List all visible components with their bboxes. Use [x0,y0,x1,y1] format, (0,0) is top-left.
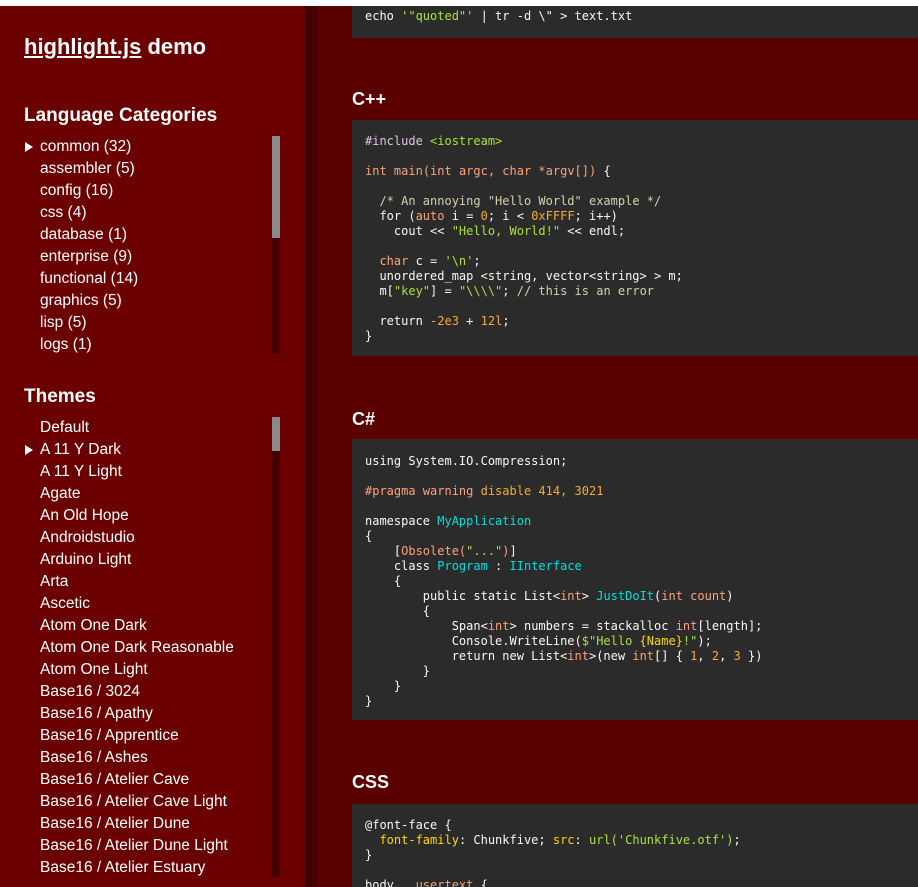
category-item-label: logs (1) [40,336,92,353]
theme-item[interactable]: Base16 / Atelier Cave Light [24,791,270,813]
category-item-label: css (4) [40,204,87,221]
theme-item[interactable]: Atom One Light [24,659,270,681]
category-item[interactable]: css (4) [24,202,270,224]
theme-item-label: Base16 / 3024 [40,683,140,700]
theme-item[interactable]: A 11 Y Light [24,461,270,483]
category-scrollbar[interactable] [272,136,280,354]
theme-item-label: Base16 / Apprentice [40,727,179,744]
code-block-csharp: using System.IO.Compression; #pragma war… [352,439,918,720]
theme-item[interactable]: Base16 / Ashes [24,747,270,769]
sidebar-shadow [305,6,321,887]
themes-heading: Themes [24,386,96,407]
selected-caret-icon [25,445,33,455]
theme-scrollbar[interactable] [272,417,280,877]
theme-item[interactable]: Base16 / Atelier Estuary [24,857,270,879]
theme-item[interactable]: Atom One Dark [24,615,270,637]
theme-item-label: Arduino Light [40,551,132,568]
category-item-label: enterprise (9) [40,248,133,265]
category-item-label: lisp (5) [40,314,87,331]
theme-item[interactable]: A 11 Y Dark [24,439,270,461]
selected-caret-icon [25,142,33,152]
theme-item[interactable]: Atom One Dark Reasonable [24,637,270,659]
section-heading-css: CSS [352,772,390,792]
category-list: common (32) assembler (5) config (16) css (… [24,136,270,356]
brand-title: highlight.js demo [24,34,206,60]
code-block-cpp: #include <iostream> int main(int argc, c… [352,120,918,356]
category-scrollbar-thumb[interactable] [272,136,280,238]
theme-item-label: Base16 / Atelier Dune [40,815,190,832]
theme-item[interactable]: Base16 / Atelier Dune Light [24,835,270,857]
sidebar: highlight.js demo Language Categories co… [0,6,305,887]
code-block-css: @font-face { font-family: Chunkfive; src… [352,804,918,887]
category-item-label: assembler (5) [40,160,135,177]
code-bash: echo '"quoted"' | tr -d \" > text.txt [365,9,633,23]
theme-list: Default A 11 Y Dark A 11 Y Light Agate An Ol… [24,417,270,887]
section-heading-cpp: C++ [352,89,387,109]
theme-item-label: Arta [40,573,69,590]
theme-item[interactable]: An Old Hope [24,505,270,527]
theme-item[interactable]: Base16 / Atelier Cave [24,769,270,791]
theme-item[interactable]: Agate [24,483,270,505]
categories-heading: Language Categories [24,105,218,126]
theme-item[interactable]: Arduino Light [24,549,270,571]
theme-item[interactable]: Ascetic [24,593,270,615]
category-item-label: graphics (5) [40,292,122,309]
category-item[interactable]: config (16) [24,180,270,202]
theme-item-label: An Old Hope [40,507,129,524]
code-csharp: using System.IO.Compression; #pragma war… [365,454,763,708]
main-content: echo '"quoted"' | tr -d \" > text.txt C+… [321,6,918,887]
category-item[interactable]: logs (1) [24,334,270,356]
theme-item-label: Atom One Dark Reasonable [40,639,234,656]
theme-item[interactable]: Base16 / Apprentice [24,725,270,747]
category-item[interactable]: database (1) [24,224,270,246]
category-item-label: database (1) [40,226,128,243]
category-item-label: functional (14) [40,270,139,287]
theme-item-label: Ascetic [40,595,90,612]
theme-item[interactable]: Base16 / Apathy [24,703,270,725]
theme-item[interactable]: Base16 / 3024 [24,681,270,703]
theme-item-label: Base16 / Atelier Dune Light [40,837,228,854]
theme-item[interactable]: Arta [24,571,270,593]
brand-suffix: demo [141,34,207,59]
theme-item-label: Atom One Dark [40,617,147,634]
theme-item-label: Base16 / Ashes [40,749,148,766]
theme-item-label: Base16 / Atelier Cave Light [40,793,227,810]
theme-scrollbar-thumb[interactable] [272,417,280,451]
code-cpp: #include <iostream> int main(int argc, c… [365,134,683,343]
category-item[interactable]: enterprise (9) [24,246,270,268]
section-heading-csharp: C# [352,409,376,429]
theme-item-label: A 11 Y Dark [40,441,121,458]
theme-item-label: Androidstudio [40,529,135,546]
category-item[interactable]: graphics (5) [24,290,270,312]
theme-item[interactable]: Default [24,417,270,439]
theme-item-label: Base16 / Apathy [40,705,153,722]
theme-item-label: Atom One Light [40,661,148,678]
category-item[interactable]: common (32) [24,136,270,158]
theme-item[interactable]: Base16 / Atelier Dune [24,813,270,835]
theme-item-label: Default [40,419,90,436]
theme-item-label: Base16 / Atelier Estuary [40,859,206,876]
category-item-label: common (32) [40,138,132,155]
category-item-label: config (16) [40,182,114,199]
theme-item[interactable]: Androidstudio [24,527,270,549]
theme-item-label: Agate [40,485,81,502]
brand-link[interactable]: highlight.js [24,34,141,59]
code-block-bash: echo '"quoted"' | tr -d \" > text.txt [352,6,918,38]
category-item[interactable]: functional (14) [24,268,270,290]
code-css: @font-face { font-family: Chunkfive; src… [365,818,741,887]
category-item[interactable]: assembler (5) [24,158,270,180]
theme-item-label: Base16 / Atelier Cave [40,771,190,788]
category-item[interactable]: lisp (5) [24,312,270,334]
theme-item-label: A 11 Y Light [40,463,122,480]
